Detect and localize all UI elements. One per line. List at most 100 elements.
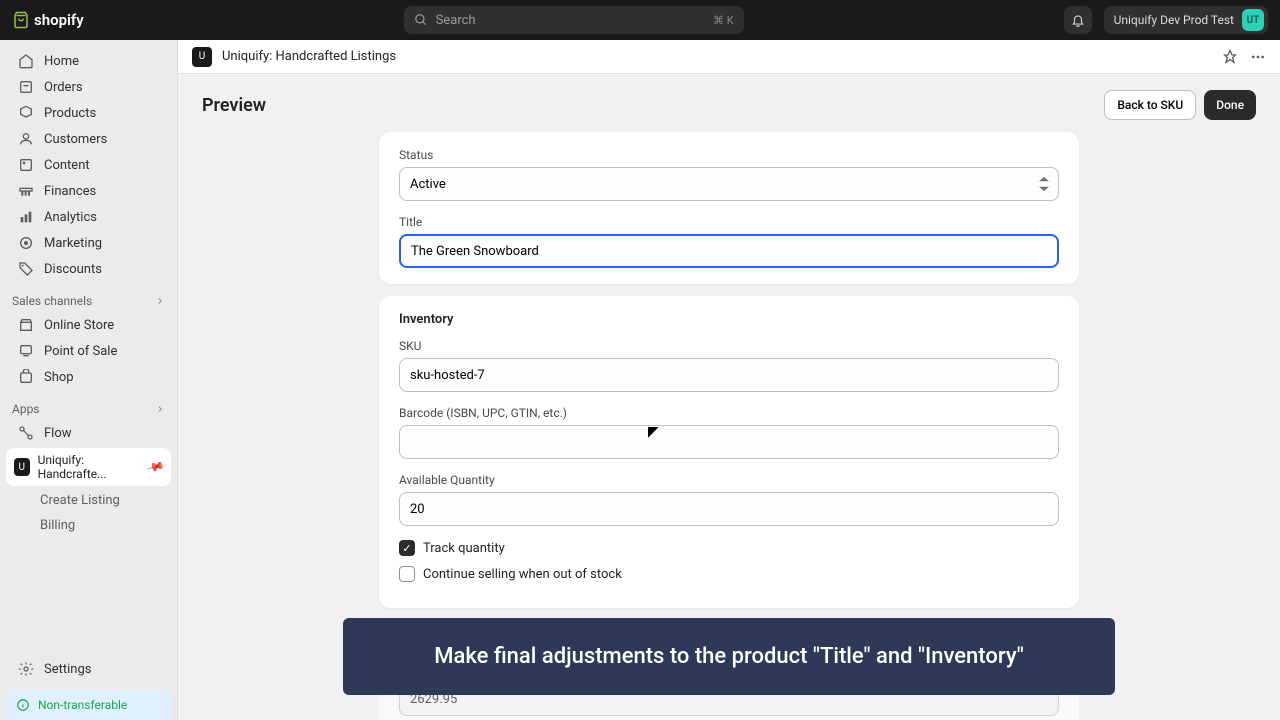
sidebar-item-label: Content: [44, 158, 90, 173]
sidebar-item-home[interactable]: Home: [6, 48, 171, 74]
app-header: U Uniquify: Handcrafted Listings: [178, 40, 1280, 74]
done-button[interactable]: Done: [1204, 90, 1256, 120]
sidebar-item-label: Settings: [44, 662, 91, 677]
sidebar-item-label: Online Store: [44, 318, 114, 333]
pin-icon[interactable]: [1222, 49, 1238, 65]
customers-icon: [18, 131, 34, 147]
discounts-icon: [18, 261, 34, 277]
sidebar-item-finances[interactable]: Finances: [6, 178, 171, 204]
sidebar-item-label: Create Listing: [40, 493, 120, 508]
search-input[interactable]: Search ⌘ K: [404, 6, 744, 34]
chevron-right-icon[interactable]: [155, 296, 165, 306]
sidebar-item-content[interactable]: Content: [6, 152, 171, 178]
sidebar-item-label: Products: [44, 106, 96, 121]
marketing-icon: [18, 235, 34, 251]
sidebar-item-label: Finances: [44, 184, 96, 199]
sidebar-item-discounts[interactable]: Discounts: [6, 256, 171, 282]
sidebar-item-settings[interactable]: Settings: [6, 656, 171, 682]
inventory-card: Inventory SKU Barcode (ISBN, UPC, GTIN, …: [379, 296, 1079, 608]
sidebar-item-products[interactable]: Products: [6, 100, 171, 126]
chevron-right-icon[interactable]: [155, 404, 165, 414]
sidebar-app-sub-billing[interactable]: Billing: [6, 513, 171, 538]
home-icon: [18, 53, 34, 69]
sidebar-channel-shop[interactable]: Shop: [6, 364, 171, 390]
products-icon: [18, 105, 34, 121]
sidebar-item-analytics[interactable]: Analytics: [6, 204, 171, 230]
title-input[interactable]: [399, 234, 1059, 268]
sidebar-app-sub-create[interactable]: Create Listing: [6, 488, 171, 513]
sku-input[interactable]: [399, 358, 1059, 392]
continue-selling-label: Continue selling when out of stock: [423, 567, 622, 582]
track-quantity-label: Track quantity: [423, 541, 505, 556]
avatar: UT: [1242, 9, 1264, 31]
status-select[interactable]: [399, 167, 1059, 201]
qty-label: Available Quantity: [399, 473, 1059, 487]
app-logo-icon: U: [14, 458, 30, 476]
track-quantity-checkbox[interactable]: [399, 540, 415, 556]
content-area: Preview Back to SKU Done Status Title In…: [178, 74, 1280, 720]
sidebar-item-label: Flow: [44, 426, 72, 441]
search-placeholder: Search: [436, 13, 476, 28]
continue-selling-checkbox[interactable]: [399, 566, 415, 582]
sidebar-item-label: Home: [44, 54, 79, 69]
notifications-button[interactable]: [1064, 6, 1092, 34]
sidebar-channel-online-store[interactable]: Online Store: [6, 312, 171, 338]
sidebar-item-label: Uniquify: Handcrafte...: [38, 453, 140, 481]
brand-text: shopify: [34, 11, 84, 29]
sidebar-item-marketing[interactable]: Marketing: [6, 230, 171, 256]
analytics-icon: [18, 209, 34, 225]
instruction-banner: Make final adjustments to the product "T…: [343, 618, 1115, 695]
shopify-bag-icon: [12, 11, 30, 29]
status-label: Status: [399, 148, 1059, 162]
sidebar-app-current[interactable]: U Uniquify: Handcrafte... 📌: [6, 448, 171, 486]
page-title: Preview: [202, 95, 266, 116]
shop-icon: [18, 369, 34, 385]
sidebar-section-apps: Apps: [0, 390, 177, 420]
store-switcher[interactable]: Uniquify Dev Prod Test UT: [1104, 6, 1268, 34]
app-title: Uniquify: Handcrafted Listings: [222, 49, 396, 64]
gear-icon: [18, 661, 34, 677]
sidebar-channel-pos[interactable]: Point of Sale: [6, 338, 171, 364]
inventory-header: Inventory: [399, 312, 1059, 327]
sidebar-item-label: Orders: [44, 80, 83, 95]
qty-input[interactable]: [399, 492, 1059, 526]
sidebar-app-flow[interactable]: Flow: [6, 420, 171, 446]
sidebar-item-label: Analytics: [44, 210, 97, 225]
content-icon: [18, 157, 34, 173]
store-icon: [18, 317, 34, 333]
back-to-sku-button[interactable]: Back to SKU: [1104, 90, 1196, 120]
search-kbd: ⌘ K: [713, 14, 734, 27]
info-icon: [16, 698, 30, 712]
sidebar-item-customers[interactable]: Customers: [6, 126, 171, 152]
app-logo-icon: U: [192, 47, 212, 67]
sidebar-item-label: Discounts: [44, 262, 102, 277]
title-label: Title: [399, 215, 1059, 229]
sidebar-item-label: Point of Sale: [44, 344, 117, 359]
cursor-icon: ◤: [648, 424, 659, 440]
store-name: Uniquify Dev Prod Test: [1114, 13, 1234, 27]
sku-label: SKU: [399, 339, 1059, 353]
sidebar-item-label: Customers: [44, 132, 107, 147]
continue-selling-checkbox-row[interactable]: Continue selling when out of stock: [399, 566, 1059, 582]
sidebar-item-orders[interactable]: Orders: [6, 74, 171, 100]
barcode-label: Barcode (ISBN, UPC, GTIN, etc.): [399, 406, 1059, 420]
pin-icon[interactable]: 📌: [146, 457, 166, 477]
track-quantity-checkbox-row[interactable]: Track quantity: [399, 540, 1059, 556]
sidebar-item-label: Shop: [44, 370, 74, 385]
barcode-input[interactable]: [399, 425, 1059, 459]
orders-icon: [18, 79, 34, 95]
sidebar-section-channels: Sales channels: [0, 282, 177, 312]
sidebar: Home Orders Products Customers Content F…: [0, 40, 178, 720]
sidebar-item-label: Marketing: [44, 236, 102, 251]
pos-icon: [18, 343, 34, 359]
topbar: shopify Search ⌘ K Uniquify Dev Prod Tes…: [0, 0, 1280, 40]
status-card: Status Title: [379, 132, 1079, 284]
search-icon: [414, 13, 428, 27]
sidebar-item-label: Billing: [40, 518, 75, 533]
more-icon[interactable]: [1250, 49, 1266, 65]
bell-icon: [1071, 13, 1085, 27]
flow-icon: [18, 425, 34, 441]
non-transferable-badge: Non-transferable: [6, 690, 171, 720]
brand-logo[interactable]: shopify: [12, 11, 84, 29]
finances-icon: [18, 183, 34, 199]
